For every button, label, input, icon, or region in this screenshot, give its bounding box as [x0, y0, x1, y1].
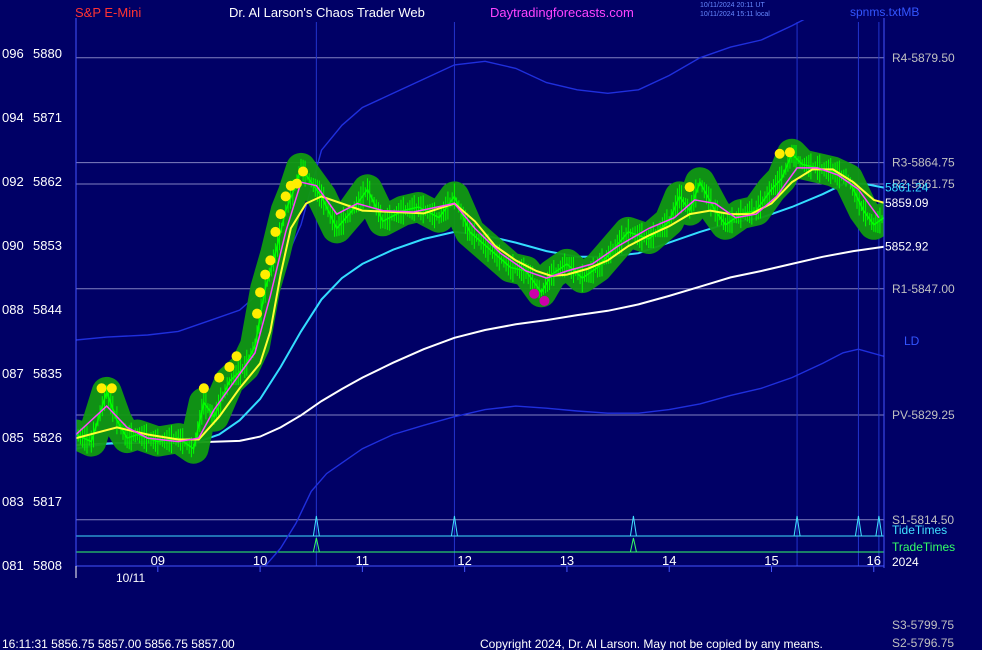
x-tick-label: 09: [151, 553, 165, 568]
end-value-label: 5859.09: [885, 196, 929, 210]
y-tick-left-label: 083: [2, 494, 24, 509]
x-axis-date-label: 10/11: [116, 571, 145, 585]
y-tick-label: 5826: [33, 430, 62, 445]
band-label: LD: [904, 334, 920, 348]
level-label: R3-5864.75: [892, 156, 955, 170]
y-tick-label: 5880: [33, 46, 62, 61]
y-tick-left-label: 085: [2, 430, 24, 445]
x-tick-label: 15: [764, 553, 778, 568]
x-tick-label: 10: [253, 553, 267, 568]
x-tick-label: 12: [457, 553, 471, 568]
site-url: Daytradingforecasts.com: [490, 5, 634, 20]
level-label: R4-5879.50: [892, 51, 955, 65]
y-tick-left-label: 096: [2, 46, 24, 61]
top-marker-dot: [774, 148, 785, 159]
y-tick-left-label: 087: [2, 366, 24, 381]
bottom-marker-dot: [529, 288, 540, 299]
top-marker-dot: [684, 182, 695, 193]
top-marker-dot: [214, 372, 225, 383]
end-value-label: 5861.24: [885, 181, 929, 195]
x-tick-label: 11: [356, 553, 370, 568]
y-tick-left-label: 090: [2, 238, 24, 253]
offchart-level-label: S2-5796.75: [892, 636, 954, 650]
offchart-level-label: S3-5799.75: [892, 618, 954, 632]
top-marker-dot: [280, 191, 291, 202]
level-label: R1-5847.00: [892, 282, 955, 296]
y-tick-label: 5853: [33, 238, 62, 253]
y-tick-label: 5817: [33, 494, 62, 509]
year-label: 2024: [892, 555, 919, 569]
top-marker-dot: [260, 269, 271, 280]
top-marker-dot: [198, 383, 209, 394]
y-tick-label: 5871: [33, 110, 62, 125]
top-marker-dot: [275, 209, 286, 220]
y-tick-left-label: 092: [2, 174, 24, 189]
top-marker-dot: [291, 178, 302, 189]
level-label: PV-5829.25: [892, 408, 955, 422]
tide-times-label: TideTimes: [892, 523, 947, 537]
top-marker-dot: [224, 361, 235, 372]
timestamp-ut: 10/11/2024 20:11 UT: [700, 2, 765, 9]
y-tick-label: 5844: [33, 302, 62, 317]
x-tick-label: 16: [867, 553, 881, 568]
top-marker-dot: [784, 147, 795, 158]
top-marker-dot: [252, 308, 263, 319]
chart-canvas: R4-5879.50R3-5864.75R2-5861.75R1-5847.00…: [0, 0, 982, 650]
data-file-name: spnms.txtMB: [850, 5, 919, 19]
copyright: Copyright 2024, Dr. Al Larson. May not b…: [480, 637, 823, 650]
x-tick-label: 13: [560, 553, 574, 568]
top-marker-dot: [265, 255, 276, 266]
quote-readout: 16:11:31 5856.75 5857.00 5856.75 5857.00: [2, 637, 235, 650]
y-tick-left-label: 081: [2, 558, 24, 573]
timestamp-local: 10/11/2024 15:11 local: [700, 11, 770, 18]
end-value-label: 5852.92: [885, 240, 929, 254]
y-tick-label: 5808: [33, 558, 62, 573]
trade-times-label: TradeTimes: [892, 540, 955, 554]
y-tick-left-label: 088: [2, 302, 24, 317]
y-tick-label: 5835: [33, 366, 62, 381]
author-title: Dr. Al Larson's Chaos Trader Web: [229, 5, 425, 20]
x-tick-label: 14: [662, 553, 676, 568]
top-marker-dot: [96, 383, 107, 394]
top-marker-dot: [270, 226, 281, 237]
y-tick-left-label: 094: [2, 110, 24, 125]
bottom-marker-dot: [539, 295, 550, 306]
top-marker-dot: [298, 166, 309, 177]
top-marker-dot: [231, 351, 242, 362]
symbol-title: S&P E-Mini: [75, 5, 141, 20]
top-marker-dot: [106, 383, 117, 394]
y-tick-label: 5862: [33, 174, 62, 189]
top-marker-dot: [255, 287, 266, 298]
